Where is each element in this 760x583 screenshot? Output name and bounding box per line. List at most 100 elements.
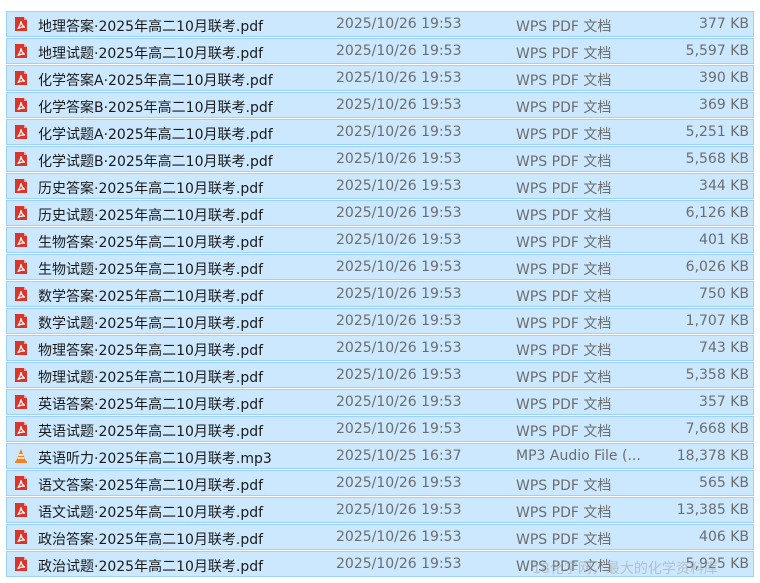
file-size: 13,385 KB [676,502,749,518]
file-row[interactable]: 英语听力·2025年高二10月联考.mp3 2025/10/25 16:37 MP3… [6,443,754,469]
file-type: WPS PDF 文档 [516,262,612,278]
file-size: 6,026 KB [685,259,749,275]
file-row[interactable]: 语文答案·2025年高二10月联考.pdf 2025/10/26 19:53 WPS… [6,470,754,496]
file-row[interactable]: 地理答案·2025年高二10月联考.pdf 2025/10/26 19:53 WPS… [6,11,754,37]
file-size: 6,126 KB [685,205,749,221]
file-size: 5,568 KB [685,151,749,167]
file-name[interactable]: 数学试题·2025年高二10月联考.pdf [38,313,263,333]
file-type: WPS PDF 文档 [516,370,612,386]
file-date-modified: 2025/10/26 19:53 [336,16,462,32]
file-date-modified: 2025/10/26 19:53 [336,43,462,59]
file-name[interactable]: 英语听力·2025年高二10月联考.mp3 [38,448,272,468]
file-name[interactable]: 英语试题·2025年高二10月联考.pdf [38,421,263,441]
file-row[interactable]: 政治试题·2025年高二10月联考.pdf 2025/10/26 19:53 WPS… [6,551,754,577]
pdf-file-icon [13,502,29,518]
pdf-file-icon [13,151,29,167]
file-name[interactable]: 地理答案·2025年高二10月联考.pdf [38,16,263,36]
file-size: 565 KB [699,475,749,491]
file-row[interactable]: 生物试题·2025年高二10月联考.pdf 2025/10/26 19:53 WPS… [6,254,754,280]
file-row[interactable]: 英语试题·2025年高二10月联考.pdf 2025/10/26 19:53 WPS… [6,416,754,442]
file-size: 377 KB [699,16,749,32]
file-size: 390 KB [699,70,749,86]
file-size: 5,925 KB [685,556,749,572]
file-name[interactable]: 生物试题·2025年高二10月联考.pdf [38,259,263,279]
pdf-file-icon [13,232,29,248]
file-name[interactable]: 生物答案·2025年高二10月联考.pdf [38,232,263,252]
file-row[interactable]: 数学答案·2025年高二10月联考.pdf 2025/10/26 19:53 WPS… [6,281,754,307]
file-row[interactable]: 物理试题·2025年高二10月联考.pdf 2025/10/26 19:53 WPS… [6,362,754,388]
file-date-modified: 2025/10/26 19:53 [336,313,462,329]
file-name[interactable]: 物理答案·2025年高二10月联考.pdf [38,340,263,360]
file-size: 743 KB [699,340,749,356]
file-date-modified: 2025/10/26 19:53 [336,97,462,113]
file-size: 18,378 KB [676,448,749,464]
pdf-file-icon [13,70,29,86]
file-name[interactable]: 化学试题A·2025年高二10月联考.pdf [38,124,273,144]
file-row[interactable]: 生物答案·2025年高二10月联考.pdf 2025/10/26 19:53 WPS… [6,227,754,253]
file-type: WPS PDF 文档 [516,73,612,89]
file-name[interactable]: 化学答案A·2025年高二10月联考.pdf [38,70,273,90]
pdf-file-icon [13,205,29,221]
file-date-modified: 2025/10/26 19:53 [336,556,462,572]
file-type: WPS PDF 文档 [516,208,612,224]
file-row[interactable]: 化学试题A·2025年高二10月联考.pdf 2025/10/26 19:53 WP… [6,119,754,145]
pdf-file-icon [13,97,29,113]
file-date-modified: 2025/10/26 19:53 [336,259,462,275]
file-name[interactable]: 数学答案·2025年高二10月联考.pdf [38,286,263,306]
pdf-file-icon [13,394,29,410]
file-size: 5,251 KB [685,124,749,140]
file-type: WPS PDF 文档 [516,46,612,62]
pdf-file-icon [13,421,29,437]
file-name[interactable]: 地理试题·2025年高二10月联考.pdf [38,43,263,63]
file-size: 357 KB [699,394,749,410]
file-name[interactable]: 英语答案·2025年高二10月联考.pdf [38,394,263,414]
pdf-file-icon [13,259,29,275]
file-type: WPS PDF 文档 [516,127,612,143]
file-row[interactable]: 地理试题·2025年高二10月联考.pdf 2025/10/26 19:53 WPS… [6,38,754,64]
file-row[interactable]: 英语答案·2025年高二10月联考.pdf 2025/10/26 19:53 WPS… [6,389,754,415]
file-date-modified: 2025/10/26 19:53 [336,529,462,545]
file-row[interactable]: 政治答案·2025年高二10月联考.pdf 2025/10/26 19:53 WPS… [6,524,754,550]
file-type: WPS PDF 文档 [516,19,612,35]
file-size: 7,668 KB [685,421,749,437]
file-type: MP3 Audio File (... [516,448,641,464]
file-type: WPS PDF 文档 [516,235,612,251]
file-type: WPS PDF 文档 [516,100,612,116]
file-type: WPS PDF 文档 [516,181,612,197]
file-row[interactable]: 化学试题B·2025年高二10月联考.pdf 2025/10/26 19:53 WP… [6,146,754,172]
file-row[interactable]: 历史答案·2025年高二10月联考.pdf 2025/10/26 19:53 WPS… [6,173,754,199]
file-name[interactable]: 物理试题·2025年高二10月联考.pdf [38,367,263,387]
file-date-modified: 2025/10/26 19:53 [336,232,462,248]
file-date-modified: 2025/10/26 19:53 [336,340,462,356]
file-row[interactable]: 语文试题·2025年高二10月联考.pdf 2025/10/26 19:53 WPS… [6,497,754,523]
file-type: WPS PDF 文档 [516,478,612,494]
file-name[interactable]: 历史答案·2025年高二10月联考.pdf [38,178,263,198]
file-size: 369 KB [699,97,749,113]
file-row[interactable]: 数学试题·2025年高二10月联考.pdf 2025/10/26 19:53 WPS… [6,308,754,334]
file-type: WPS PDF 文档 [516,559,612,575]
file-row[interactable]: 历史试题·2025年高二10月联考.pdf 2025/10/26 19:53 WPS… [6,200,754,226]
file-date-modified: 2025/10/26 19:53 [336,124,462,140]
file-date-modified: 2025/10/26 19:53 [336,70,462,86]
file-name[interactable]: 化学试题B·2025年高二10月联考.pdf [38,151,273,171]
file-date-modified: 2025/10/26 19:53 [336,178,462,194]
file-name[interactable]: 政治答案·2025年高二10月联考.pdf [38,529,263,549]
vlc-audio-file-icon [13,448,29,464]
file-name[interactable]: 政治试题·2025年高二10月联考.pdf [38,556,263,576]
file-size: 5,597 KB [685,43,749,59]
file-size: 406 KB [699,529,749,545]
file-row[interactable]: 物理答案·2025年高二10月联考.pdf 2025/10/26 19:53 WPS… [6,335,754,361]
file-date-modified: 2025/10/26 19:53 [336,502,462,518]
pdf-file-icon [13,178,29,194]
file-name[interactable]: 语文答案·2025年高二10月联考.pdf [38,475,263,495]
file-row[interactable]: 化学答案B·2025年高二10月联考.pdf 2025/10/26 19:53 WP… [6,92,754,118]
file-date-modified: 2025/10/26 19:53 [336,205,462,221]
pdf-file-icon [13,340,29,356]
file-type: WPS PDF 文档 [516,316,612,332]
pdf-file-icon [13,286,29,302]
file-name[interactable]: 化学答案B·2025年高二10月联考.pdf [38,97,273,117]
file-name[interactable]: 语文试题·2025年高二10月联考.pdf [38,502,263,522]
file-name[interactable]: 历史试题·2025年高二10月联考.pdf [38,205,263,225]
file-row[interactable]: 化学答案A·2025年高二10月联考.pdf 2025/10/26 19:53 WP… [6,65,754,91]
pdf-file-icon [13,313,29,329]
